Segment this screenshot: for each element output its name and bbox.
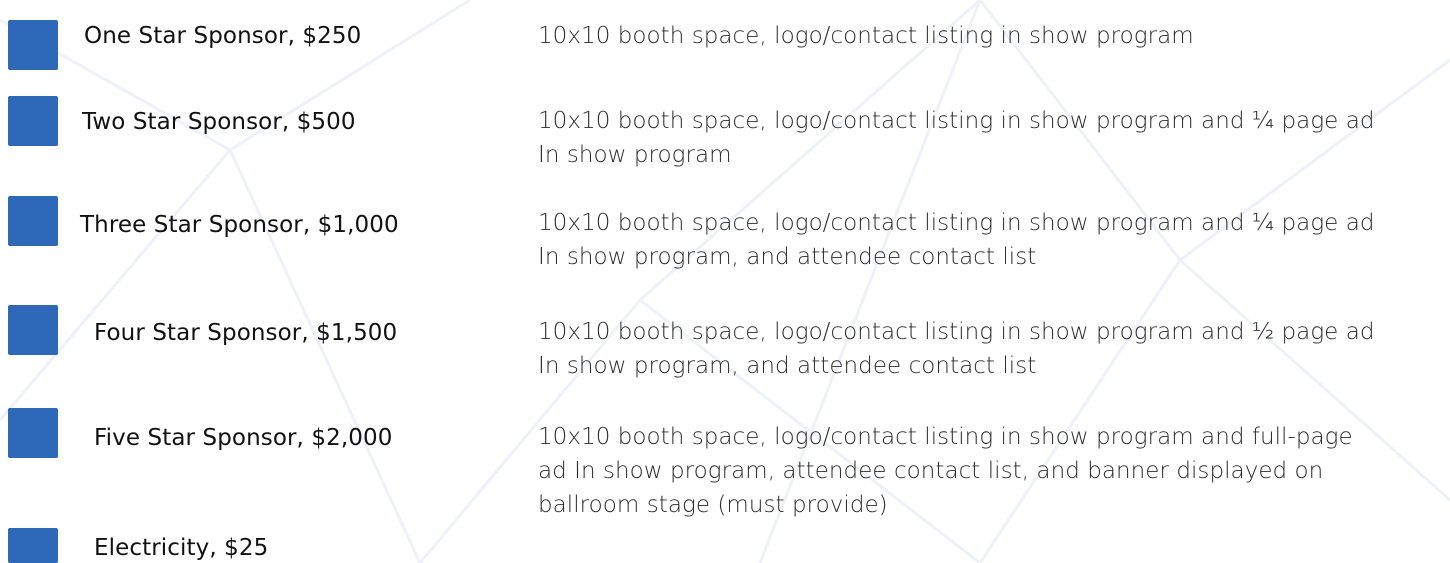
description-line: 10x10 booth space, logo/contact listing … xyxy=(538,424,1353,450)
description-line: 10x10 booth space, logo/contact listing … xyxy=(538,23,1194,49)
tier-bullet-square xyxy=(8,196,58,246)
tier-name: Four Star Sponsor, $1,500 xyxy=(94,320,398,346)
description-line: In show program, and attendee contact li… xyxy=(538,244,1037,270)
tier-name: Two Star Sponsor, $500 xyxy=(82,109,356,135)
tier-description: 10x10 booth space, logo/contact listing … xyxy=(538,104,1375,172)
tier-name: Electricity, $25 xyxy=(94,535,269,561)
tier-bullet-square xyxy=(8,20,58,70)
tier-bullet-square xyxy=(8,96,58,146)
tier-bullet-square xyxy=(8,408,58,458)
tier-name: One Star Sponsor, $250 xyxy=(84,23,362,49)
tier-name: Five Star Sponsor, $2,000 xyxy=(94,425,393,451)
tier-description: 10x10 booth space, logo/contact listing … xyxy=(538,315,1375,383)
description-line: ballroom stage (must provide) xyxy=(538,492,888,518)
description-line: 10x10 booth space, logo/contact listing … xyxy=(538,210,1375,236)
tier-description: 10x10 booth space, logo/contact listing … xyxy=(538,19,1194,53)
description-line: In show program, and attendee contact li… xyxy=(538,353,1037,379)
description-line: In show program xyxy=(538,142,732,168)
description-line: ad In show program, attendee contact lis… xyxy=(538,458,1324,484)
tier-description: 10x10 booth space, logo/contact listing … xyxy=(538,206,1375,274)
tier-description: 10x10 booth space, logo/contact listing … xyxy=(538,420,1353,522)
tier-bullet-square xyxy=(8,305,58,355)
description-line: 10x10 booth space, logo/contact listing … xyxy=(538,319,1375,345)
description-line: 10x10 booth space, logo/contact listing … xyxy=(538,108,1375,134)
tier-name: Three Star Sponsor, $1,000 xyxy=(80,212,399,238)
tier-bullet-square xyxy=(8,528,58,563)
